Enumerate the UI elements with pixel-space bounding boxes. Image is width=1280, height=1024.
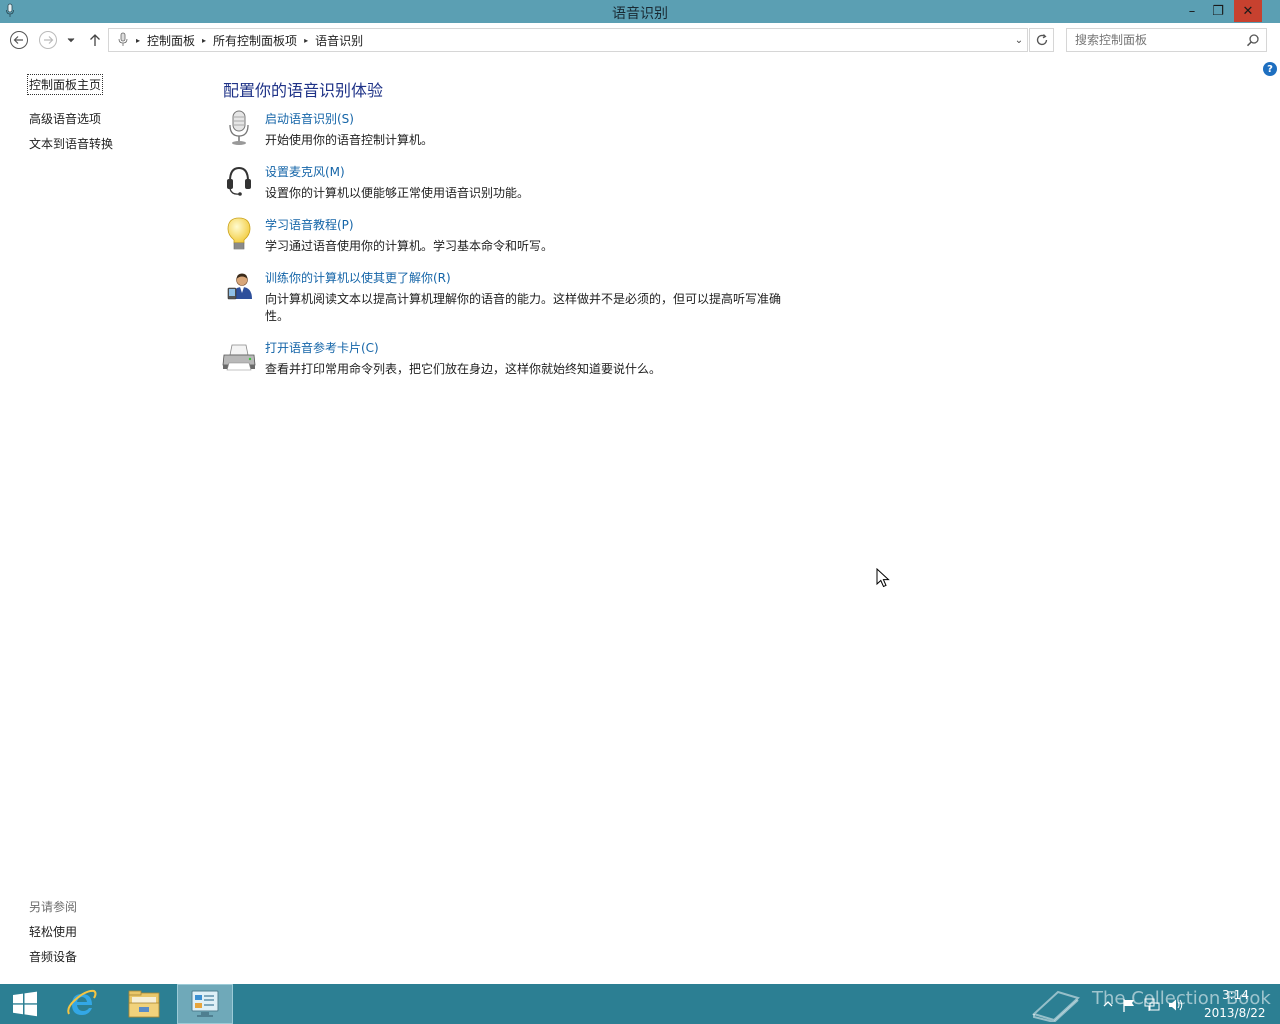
- microphone-icon: [118, 32, 128, 46]
- taskbar-file-explorer[interactable]: [116, 984, 172, 1024]
- system-tray: [1102, 998, 1184, 1012]
- up-button[interactable]: [85, 30, 105, 50]
- task-description: 学习通过语音使用你的计算机。学习基本命令和听写。: [265, 239, 554, 253]
- address-dropdown-button[interactable]: ⌄: [1010, 30, 1028, 50]
- search-input[interactable]: [1067, 29, 1237, 51]
- folder-icon: [128, 990, 160, 1018]
- help-icon[interactable]: ?: [1263, 62, 1277, 76]
- minimize-button[interactable]: –: [1178, 0, 1206, 22]
- forward-arrow-icon: [39, 31, 57, 49]
- clock-date[interactable]: 2013/8/22: [1204, 1006, 1266, 1020]
- advanced-speech-options-link[interactable]: 高级语音选项: [29, 110, 101, 127]
- maximize-button[interactable]: ❐: [1204, 0, 1232, 22]
- address-bar[interactable]: ▸ 控制面板 ▸ 所有控制面板项 ▸ 语音识别: [108, 28, 1028, 52]
- book-logo-icon: [1032, 990, 1080, 1022]
- start-speech-recognition-link[interactable]: 启动语音识别(S): [265, 110, 354, 127]
- mouse-cursor-icon: [876, 568, 890, 588]
- recent-pages-button[interactable]: [63, 30, 79, 50]
- internet-explorer-icon: [67, 989, 97, 1015]
- chevron-down-icon: [67, 38, 75, 43]
- search-box[interactable]: [1066, 28, 1267, 52]
- headset-icon: [227, 166, 251, 196]
- train-computer-link[interactable]: 训练你的计算机以使其更了解你(R): [265, 269, 451, 286]
- network-icon[interactable]: [1144, 998, 1160, 1012]
- reference-card-link[interactable]: 打开语音参考卡片(C): [265, 339, 379, 356]
- refresh-button[interactable]: [1029, 28, 1054, 52]
- lightbulb-icon: [227, 217, 251, 250]
- flag-icon[interactable]: [1122, 998, 1136, 1012]
- task-description: 设置你的计算机以便能够正常使用语音识别功能。: [265, 186, 530, 200]
- audio-devices-link[interactable]: 音频设备: [29, 948, 77, 965]
- back-arrow-icon: [10, 31, 28, 49]
- close-button[interactable]: ✕: [1234, 0, 1262, 22]
- breadcrumb-all-items[interactable]: 所有控制面板项: [209, 32, 301, 49]
- task-description: 向计算机阅读文本以提高计算机理解你的语音的能力。这样做并不是必须的，但可以提高听…: [265, 292, 782, 323]
- refresh-icon: [1036, 34, 1047, 46]
- breadcrumb-separator[interactable]: ▸: [199, 36, 209, 45]
- page-title: 配置你的语音识别体验: [223, 81, 384, 100]
- printer-icon: [222, 344, 256, 371]
- title-bar: 语音识别 – ❐ ✕: [0, 0, 1280, 23]
- control-panel-home-link[interactable]: 控制面板主页: [27, 74, 104, 95]
- forward-button[interactable]: [38, 30, 58, 50]
- task-description: 查看并打印常用命令列表，把它们放在身边，这样你就始终知道要说什么。: [265, 362, 662, 376]
- text-to-speech-link[interactable]: 文本到语音转换: [29, 135, 113, 152]
- control-panel-icon: [191, 990, 219, 1017]
- windows-logo-icon: [13, 991, 37, 1017]
- search-icon[interactable]: [1246, 33, 1260, 47]
- setup-microphone-link[interactable]: 设置麦克风(M): [265, 163, 345, 180]
- breadcrumb-separator[interactable]: ▸: [133, 36, 143, 45]
- breadcrumb-speech-recognition[interactable]: 语音识别: [311, 32, 367, 49]
- see-also-heading: 另请参阅: [29, 900, 78, 914]
- breadcrumb-separator[interactable]: ▸: [301, 36, 311, 45]
- speaker-icon[interactable]: [1168, 998, 1184, 1012]
- up-arrow-icon: [90, 34, 100, 46]
- ease-of-access-link[interactable]: 轻松使用: [29, 923, 77, 940]
- chevron-up-icon[interactable]: [1102, 998, 1114, 1010]
- task-description: 开始使用你的语音控制计算机。: [265, 133, 434, 147]
- clock-time[interactable]: 3:14: [1222, 988, 1249, 1002]
- speech-tutorial-link[interactable]: 学习语音教程(P): [265, 216, 354, 233]
- user-train-icon: [227, 273, 252, 300]
- window-title: 语音识别: [612, 6, 668, 22]
- taskbar-internet-explorer[interactable]: [54, 984, 110, 1024]
- back-button[interactable]: [9, 30, 29, 50]
- start-button[interactable]: [0, 984, 50, 1024]
- microphone-icon: [229, 110, 249, 145]
- breadcrumb-control-panel[interactable]: 控制面板: [143, 32, 199, 49]
- taskbar: The Collection Book 3:14 2013/8/22: [0, 984, 1280, 1024]
- taskbar-control-panel[interactable]: [177, 984, 233, 1024]
